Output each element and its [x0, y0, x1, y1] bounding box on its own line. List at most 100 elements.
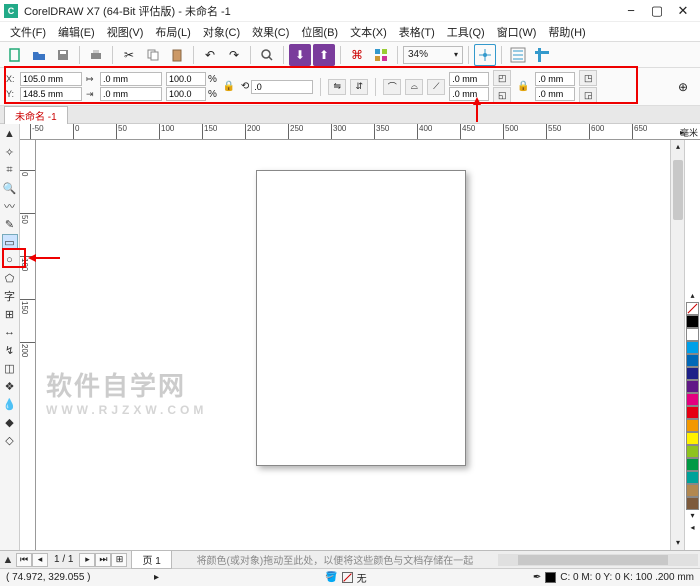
corner-tr-icon[interactable]: ◳	[579, 70, 597, 86]
new-doc-icon[interactable]	[4, 44, 26, 66]
color-swatch[interactable]	[686, 328, 699, 341]
corner-2a-input[interactable]	[535, 72, 575, 86]
next-page-button[interactable]: ▸	[79, 553, 95, 567]
search-icon[interactable]	[256, 44, 278, 66]
connector-tool-icon[interactable]: ↯	[2, 342, 18, 358]
scrollbar-thumb[interactable]	[673, 160, 683, 220]
color-swatch[interactable]	[686, 419, 699, 432]
polygon-tool-icon[interactable]: ⬠	[2, 270, 18, 286]
freehand-tool-icon[interactable]: 〰	[2, 198, 18, 214]
copy-icon[interactable]	[142, 44, 164, 66]
last-page-button[interactable]: ⏭	[95, 553, 111, 567]
color-swatch[interactable]	[686, 367, 699, 380]
vertical-ruler[interactable]: 0 50 100 150 200	[20, 140, 36, 550]
scale-y-input[interactable]	[166, 87, 206, 101]
table-tool-icon[interactable]: ⊞	[2, 306, 18, 322]
horizontal-ruler[interactable]: -50 0 50 100 150 200 250 300 350 400 450…	[20, 124, 700, 140]
menu-object[interactable]: 对象(C)	[197, 22, 246, 42]
corner-style-round-icon[interactable]: ⌒	[383, 79, 401, 95]
effects-tool-icon[interactable]: ◫	[2, 360, 18, 376]
corner-style-chamfer-icon[interactable]: ⟋	[427, 79, 445, 95]
options-icon[interactable]	[507, 44, 529, 66]
fill-none-swatch[interactable]	[342, 572, 353, 583]
property-options-icon[interactable]: ⊕	[672, 76, 694, 98]
x-input[interactable]	[20, 72, 82, 86]
color-swatch[interactable]	[686, 445, 699, 458]
eyedropper-tool-icon[interactable]: 💧	[2, 396, 18, 412]
drawing-canvas[interactable]: 软件自学网 WWW.RJZXW.COM	[36, 140, 670, 550]
mirror-v-icon[interactable]: ⇵	[350, 79, 368, 95]
menu-effects[interactable]: 效果(C)	[246, 22, 295, 42]
print-icon[interactable]	[85, 44, 107, 66]
ellipse-tool-icon[interactable]: ○	[2, 252, 18, 268]
scale-x-input[interactable]	[166, 72, 206, 86]
chevron-down-icon[interactable]: ▾	[454, 50, 458, 59]
menu-layout[interactable]: 布局(L)	[149, 22, 196, 42]
page-tab[interactable]: 页 1	[131, 550, 171, 569]
nav-cursor-icon[interactable]: ▲	[0, 552, 16, 568]
prev-page-button[interactable]: ◂	[32, 553, 48, 567]
corner-1a-input[interactable]	[449, 72, 489, 86]
color-swatch[interactable]	[686, 484, 699, 497]
rectangle-tool-icon[interactable]: ▭	[2, 234, 18, 250]
vertical-scrollbar[interactable]: ▴ ▾	[670, 140, 684, 550]
color-swatch[interactable]	[686, 406, 699, 419]
corner-tl-icon[interactable]: ◰	[493, 70, 511, 86]
menu-bitmap[interactable]: 位图(B)	[295, 22, 344, 42]
menu-edit[interactable]: 编辑(E)	[52, 22, 101, 42]
corner-br-icon[interactable]: ◲	[579, 87, 597, 103]
text-tool-icon[interactable]: 字	[2, 288, 18, 304]
color-swatch[interactable]	[686, 354, 699, 367]
menu-text[interactable]: 文本(X)	[344, 22, 393, 42]
document-tab[interactable]: 未命名 -1	[4, 106, 68, 124]
menu-file[interactable]: 文件(F)	[4, 22, 52, 42]
scroll-up-icon[interactable]: ▴	[673, 142, 683, 152]
y-input[interactable]	[20, 87, 82, 101]
close-button[interactable]: ✕	[670, 2, 696, 20]
hscroll-thumb[interactable]	[518, 555, 668, 565]
corner-style-scallop-icon[interactable]: ⌓	[405, 79, 423, 95]
maximize-button[interactable]: ▢	[644, 2, 670, 20]
color-swatch[interactable]	[686, 458, 699, 471]
app-launcher-icon[interactable]	[370, 44, 392, 66]
corner-1b-input[interactable]	[449, 87, 489, 101]
zoom-tool-icon[interactable]: 🔍	[2, 180, 18, 196]
import-icon[interactable]: ⬇	[289, 44, 311, 66]
color-swatch[interactable]	[686, 393, 699, 406]
lock-ratio-icon[interactable]: 🔒	[221, 72, 237, 102]
shape-tool-icon[interactable]: ✧	[2, 144, 18, 160]
export-icon[interactable]: ⬆	[313, 44, 335, 66]
color-swatch[interactable]	[686, 432, 699, 445]
color-swatch[interactable]	[686, 380, 699, 393]
menu-tools[interactable]: 工具(Q)	[441, 22, 491, 42]
minimize-button[interactable]: −	[618, 2, 644, 20]
fill-tool-icon[interactable]: ◆	[2, 414, 18, 430]
menu-view[interactable]: 视图(V)	[101, 22, 150, 42]
cut-icon[interactable]: ✂	[118, 44, 140, 66]
scroll-down-icon[interactable]: ▾	[673, 538, 683, 548]
pick-tool-icon[interactable]: ▲	[2, 126, 18, 142]
add-page-button[interactable]: ⊞	[111, 553, 127, 567]
crop-tool-icon[interactable]: ⌗	[2, 162, 18, 178]
outline-swatch[interactable]	[545, 572, 556, 583]
dimension-tool-icon[interactable]: ↔	[2, 324, 18, 340]
corner-2b-input[interactable]	[535, 87, 575, 101]
color-swatch[interactable]	[686, 341, 699, 354]
rotation-input[interactable]	[251, 80, 313, 94]
paste-icon[interactable]	[166, 44, 188, 66]
corner-lock-icon[interactable]: 🔒	[515, 72, 531, 102]
menu-window[interactable]: 窗口(W)	[491, 22, 543, 42]
height-input[interactable]	[100, 87, 162, 101]
palette-menu-icon[interactable]: ◂	[686, 523, 699, 533]
save-icon[interactable]	[52, 44, 74, 66]
undo-icon[interactable]: ↶	[199, 44, 221, 66]
open-icon[interactable]	[28, 44, 50, 66]
color-none-swatch[interactable]	[686, 302, 699, 315]
color-swatch[interactable]	[686, 471, 699, 484]
zoom-level-input[interactable]: 34%▾	[403, 46, 463, 64]
outline-tool-icon[interactable]: ◇	[2, 432, 18, 448]
width-input[interactable]	[100, 72, 162, 86]
publish-pdf-icon[interactable]: ⌘	[346, 44, 368, 66]
corner-bl-icon[interactable]: ◱	[493, 87, 511, 103]
color-swatch[interactable]	[686, 497, 699, 510]
